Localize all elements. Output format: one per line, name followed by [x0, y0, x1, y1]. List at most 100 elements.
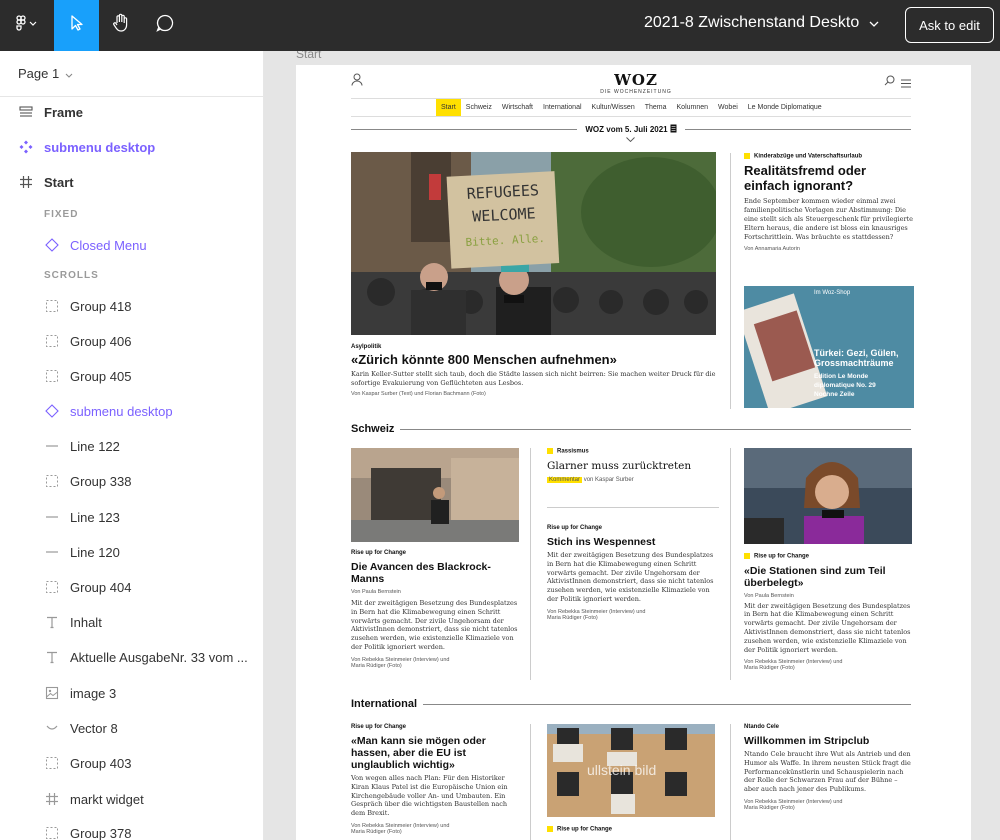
- a1-title: Die Avancen des Blackrock-Manns: [351, 561, 491, 586]
- layer-group-418[interactable]: Group 418: [0, 291, 263, 321]
- hero-article[interactable]: Asylpolitik «Zürich könnte 800 Menschen …: [351, 344, 716, 397]
- schweiz-article-3[interactable]: Rise up for Change Stich ins Wespennest …: [547, 525, 717, 621]
- b3-byline-3: Maria Rüdiger (Foto): [744, 804, 795, 811]
- international-article-3[interactable]: Ntando Cele Willkommen im Stripclub Ntan…: [744, 724, 914, 811]
- ask-to-edit-button[interactable]: Ask to edit: [905, 7, 994, 43]
- layer-group-378[interactable]: Group 378: [0, 818, 263, 840]
- a2-tag: Kommentar: [547, 476, 583, 483]
- layer-group-405[interactable]: Group 405: [0, 361, 263, 391]
- layer-group-406[interactable]: Group 406: [0, 326, 263, 356]
- layer-closed-menu[interactable]: Closed Menu: [0, 230, 263, 260]
- search-icon[interactable]: [884, 73, 895, 91]
- layer-group-404[interactable]: Group 404: [0, 572, 263, 602]
- schweiz-photo-1[interactable]: [351, 448, 519, 542]
- line-icon: [44, 438, 60, 454]
- hand-tool-button[interactable]: [99, 0, 143, 51]
- layer-frame[interactable]: Frame: [0, 97, 263, 127]
- nav-item-schweiz[interactable]: Schweiz: [461, 99, 497, 116]
- layer-label: Group 406: [70, 333, 132, 349]
- lock-icon: [547, 826, 553, 832]
- layer-line-123[interactable]: Line 123: [0, 502, 263, 532]
- comment-tool-button[interactable]: [143, 0, 187, 51]
- layer-label: Group 418: [70, 298, 132, 314]
- divider: [423, 703, 911, 705]
- schweiz-article-4[interactable]: Rise up for Change «Die Stationen sind z…: [744, 553, 914, 671]
- user-icon[interactable]: [351, 73, 363, 91]
- layer-submenu-desktop[interactable]: submenu desktop: [0, 132, 263, 162]
- layer-vector-8[interactable]: Vector 8: [0, 713, 263, 743]
- international-article-2[interactable]: Rise up for Change: [547, 826, 715, 833]
- group-icon: [44, 368, 60, 384]
- lock-icon: [744, 153, 750, 159]
- b1-body: Von wegen alles nach Plan: Für den Histo…: [351, 774, 508, 818]
- layer-label: Start: [44, 174, 74, 190]
- a2-kicker: Rassismus: [557, 448, 589, 455]
- newspaper-icon: [670, 120, 677, 138]
- layer-start[interactable]: Start: [0, 167, 263, 197]
- layer-aktuelle-ausgabe[interactable]: Aktuelle AusgabeNr. 33 vom ...: [0, 642, 263, 672]
- main-menu-button[interactable]: [0, 0, 54, 51]
- document-title[interactable]: 2021-8 Zwischenstand Deskto: [644, 14, 879, 32]
- issue-bar[interactable]: WOZ vom 5. Juli 2021: [351, 122, 911, 136]
- nav-item-wirtschaft[interactable]: Wirtschaft: [497, 99, 538, 116]
- move-tool-button[interactable]: [54, 0, 99, 51]
- column-divider: [530, 724, 531, 840]
- layer-image-3[interactable]: image 3: [0, 678, 263, 708]
- layer-group-338[interactable]: Group 338: [0, 466, 263, 496]
- page-selector[interactable]: Page 1: [0, 51, 263, 97]
- a1-byline: Von Paula Bernstein: [351, 589, 401, 596]
- text-icon: [44, 649, 60, 665]
- woz-logo[interactable]: WOZ DIE WOCHENZEITUNG: [586, 71, 686, 95]
- group-icon: [44, 825, 60, 840]
- nav-item-start[interactable]: Start: [436, 99, 461, 116]
- nav-item-kultur-wissen[interactable]: Kultur/Wissen: [587, 99, 640, 116]
- issue-label: WOZ vom 5. Juli 2021: [585, 124, 668, 134]
- instance-icon: [44, 403, 60, 419]
- schweiz-article-2[interactable]: Rassismus Glarner muss zurücktreten Komm…: [547, 448, 715, 483]
- woz-start-frame[interactable]: WOZ DIE WOCHENZEITUNG Start Schweiz Wirt…: [296, 65, 971, 840]
- nav-item-wobei[interactable]: Wobei: [713, 99, 743, 116]
- woz-nav: Start Schweiz Wirtschaft International K…: [351, 98, 911, 117]
- layer-markt-widget[interactable]: markt widget: [0, 784, 263, 814]
- schweiz-article-1[interactable]: Rise up for Change Die Avancen des Black…: [351, 550, 519, 669]
- woz-shop-widget[interactable]: Im Woz-Shop Türkei: Gezi, Gülen, Grossma…: [744, 286, 914, 408]
- instance-icon: [44, 237, 60, 253]
- nav-item-kolumnen[interactable]: Kolumnen: [672, 99, 714, 116]
- layer-inhalt[interactable]: Inhalt: [0, 607, 263, 637]
- side-article-1[interactable]: Kinderabzüge und Vaterschaftsurlaub Real…: [744, 153, 914, 252]
- layer-line-120[interactable]: Line 120: [0, 537, 263, 567]
- layer-label: submenu desktop: [44, 139, 156, 155]
- international-photo-2[interactable]: ullstein bild: [547, 724, 715, 817]
- text-icon: [44, 614, 60, 630]
- layer-label: Frame: [44, 104, 84, 120]
- section-schweiz[interactable]: Schweiz: [351, 423, 911, 435]
- nav-item-international[interactable]: International: [538, 99, 587, 116]
- international-article-1[interactable]: Rise up for Change «Man kann sie mögen o…: [351, 724, 519, 835]
- layer-group-403[interactable]: Group 403: [0, 748, 263, 778]
- hero-photo[interactable]: REFUGEES WELCOME Bitte. Alle.: [351, 152, 716, 335]
- component-icon: [18, 139, 34, 155]
- chevron-down-icon[interactable]: [626, 137, 635, 144]
- layer-label: Group 378: [70, 825, 132, 840]
- schweiz-photo-4[interactable]: [744, 448, 912, 544]
- a2-byline: von Kaspar Surber: [583, 476, 634, 483]
- a2-title: Glarner muss zurücktreten: [547, 459, 692, 472]
- group-icon: [44, 755, 60, 771]
- shop-sub-3: Nochne Zeile: [814, 391, 855, 398]
- hamburger-menu-icon[interactable]: [901, 75, 911, 93]
- side1-kicker: Kinderabzüge und Vaterschaftsurlaub: [754, 153, 863, 160]
- nav-item-thema[interactable]: Thema: [640, 99, 672, 116]
- layer-submenu-desktop-instance[interactable]: submenu desktop: [0, 396, 263, 426]
- group-icon: [44, 473, 60, 489]
- comment-bubble-icon: [155, 13, 175, 38]
- frame-label[interactable]: Start: [296, 51, 321, 61]
- nav-item-le-monde-diplomatique[interactable]: Le Monde Diplomatique: [743, 99, 827, 116]
- sign-line-2: WELCOME: [471, 203, 536, 226]
- layer-label: Group 403: [70, 755, 132, 771]
- design-canvas[interactable]: Start WOZ DIE WOCHENZEITUNG Start Schwei…: [264, 51, 1000, 840]
- layer-line-122[interactable]: Line 122: [0, 431, 263, 461]
- a1-kicker: Rise up for Change: [351, 550, 407, 556]
- vector-icon: [44, 720, 60, 736]
- group-icon: [44, 579, 60, 595]
- section-international[interactable]: International: [351, 698, 911, 710]
